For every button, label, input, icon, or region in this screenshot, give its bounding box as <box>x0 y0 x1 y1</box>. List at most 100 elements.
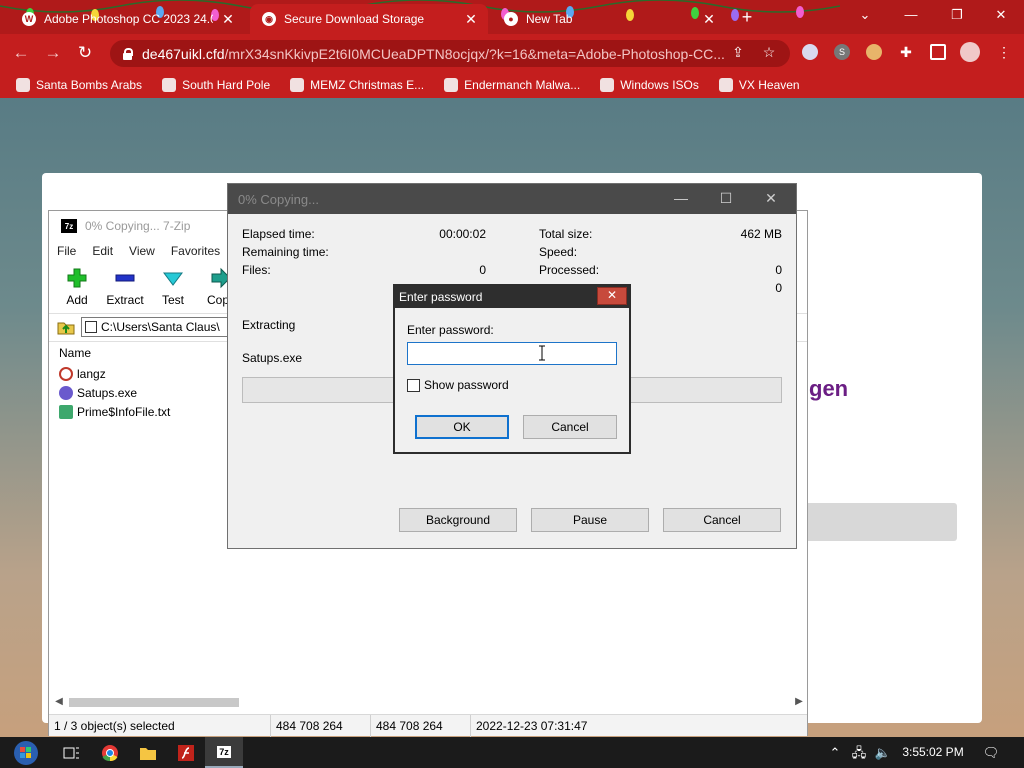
seven-zip-icon: 7z <box>61 219 77 233</box>
tab-secure-download-storage[interactable]: ◉ Secure Download Storage ✕ <box>250 4 488 34</box>
password-titlebar: Enter password ✕ <box>395 286 629 308</box>
menu-file[interactable]: File <box>57 244 76 258</box>
minus-icon <box>115 274 135 282</box>
new-tab-button[interactable]: + <box>737 8 757 28</box>
volume-icon[interactable]: 🔈 <box>872 737 894 768</box>
file-name: langz <box>77 366 106 381</box>
bookmark-label: MEMZ Christmas E... <box>310 78 425 92</box>
bookmark-windows-isos[interactable]: Windows ISOs <box>600 78 699 92</box>
menu-edit[interactable]: Edit <box>92 244 113 258</box>
close-button[interactable]: ✕ <box>597 287 627 305</box>
checkmark-icon <box>163 272 183 286</box>
close-tab-icon[interactable]: ✕ <box>221 11 235 28</box>
add-label: Add <box>66 293 88 307</box>
close-button[interactable]: ✕ <box>748 184 794 214</box>
menu-view[interactable]: View <box>129 244 155 258</box>
remaining-label: Remaining time: <box>242 245 329 259</box>
profile-avatar-icon[interactable] <box>960 42 980 62</box>
close-window-button[interactable]: ✕ <box>978 0 1024 30</box>
show-password-toggle[interactable]: Show password <box>407 378 509 392</box>
file-manager-title: 0% Copying... 7-Zip <box>85 219 191 233</box>
flag-extension-icon[interactable] <box>802 44 818 60</box>
notifications-icon[interactable]: 🗨 <box>980 737 1002 768</box>
start-button[interactable] <box>8 737 44 768</box>
enter-password-dialog: Enter password ✕ Enter password: Show pa… <box>393 284 631 454</box>
url-host: de467uikl.cfd <box>142 45 225 62</box>
test-button[interactable]: Test <box>155 267 191 307</box>
bookmark-star-icon[interactable]: ☆ <box>759 42 779 62</box>
elapsed-value: 00:00:02 <box>439 227 486 241</box>
tab-title: Secure Download Storage <box>284 12 425 26</box>
share-icon[interactable]: ⇪ <box>728 42 748 62</box>
address-bar[interactable]: de467uikl.cfd /mrX34snKkivpE2t6I0MCUeaDP… <box>110 40 790 67</box>
clock[interactable]: 3:55:02 PM <box>900 737 966 768</box>
bookmark-vx-heaven[interactable]: VX Heaven <box>718 78 800 92</box>
add-button[interactable]: Add <box>59 267 95 307</box>
bookmark-south-hard-pole[interactable]: South Hard Pole <box>162 78 270 92</box>
page-heading-fragment: gen <box>809 376 849 401</box>
password-dialog-title: Enter password <box>399 290 483 304</box>
folder-up-icon[interactable] <box>57 318 75 336</box>
show-hidden-icons[interactable]: ⌃ <box>826 737 844 768</box>
cancel-button[interactable]: Cancel <box>523 415 617 439</box>
show-password-checkbox[interactable] <box>407 378 420 392</box>
ok-button[interactable]: OK <box>415 415 509 439</box>
cancel-button[interactable]: Cancel <box>663 508 781 532</box>
task-view-button[interactable] <box>54 737 90 768</box>
tab-new-tab[interactable]: ● New Tab ✕ <box>492 4 726 34</box>
bookmark-favicon <box>718 78 733 92</box>
status-modified: 2022-12-23 07:31:47 <box>476 718 588 733</box>
bookmark-santa-bombs-arabs[interactable]: Santa Bombs Arabs <box>16 78 142 92</box>
globe-icon: ◉ <box>262 12 276 26</box>
bookmark-memz-christmas[interactable]: MEMZ Christmas E... <box>290 78 424 92</box>
lock-icon <box>122 47 133 60</box>
tab-adobe-photoshop[interactable]: W Adobe Photoshop CC 2023 24.0 ✕ <box>10 4 245 34</box>
scroll-right-icon[interactable]: ▶ <box>793 695 805 709</box>
bookmark-endermanch-malware[interactable]: Endermanch Malwa... <box>444 78 580 92</box>
taskbar-7zip[interactable]: 7z <box>205 737 243 768</box>
task-view-icon <box>63 747 79 758</box>
chrome-icon: ● <box>504 12 518 26</box>
bookmark-label: South Hard Pole <box>182 78 271 92</box>
background-button[interactable]: Background <box>399 508 517 532</box>
maximize-button[interactable]: ☐ <box>703 184 749 214</box>
taskbar-flash[interactable] <box>168 737 204 768</box>
s-extension-icon[interactable]: S <box>834 44 850 60</box>
status-packed: 484 708 264 <box>371 714 471 737</box>
bookmark-label: Endermanch Malwa... <box>464 78 581 92</box>
horizontal-scrollbar[interactable]: ◀ ▶ <box>53 695 805 709</box>
scrollbar-thumb[interactable] <box>69 698 239 707</box>
speed-label: Speed: <box>539 245 578 259</box>
taskbar-chrome[interactable] <box>92 737 128 768</box>
elapsed-label: Elapsed time: <box>242 227 315 241</box>
menu-kebab-icon[interactable]: ⋮ <box>996 44 1012 60</box>
avatar-extension-icon[interactable] <box>866 44 882 60</box>
restore-button[interactable]: ❐ <box>934 0 980 30</box>
taskbar-file-explorer[interactable] <box>130 737 166 768</box>
close-tab-icon[interactable]: ✕ <box>464 11 478 28</box>
pause-button[interactable]: Pause <box>531 508 649 532</box>
forward-button[interactable]: → <box>42 42 64 64</box>
files-value: 0 <box>479 263 486 277</box>
back-button[interactable]: ← <box>10 42 32 64</box>
wordpress-icon: W <box>22 12 36 26</box>
minimize-button[interactable]: — <box>658 184 704 214</box>
network-icon[interactable]: 🖧 <box>848 737 870 768</box>
tab-search-button[interactable]: ⌄ <box>842 0 888 30</box>
menu-favorites[interactable]: Favorites <box>171 244 220 258</box>
scroll-left-icon[interactable]: ◀ <box>53 695 65 709</box>
password-input[interactable] <box>407 342 617 365</box>
page-download-bar[interactable] <box>797 503 957 541</box>
bookmark-label: Windows ISOs <box>620 78 699 92</box>
file-name: Satups.exe <box>77 385 138 400</box>
minimize-button[interactable]: — <box>888 0 934 30</box>
reload-button[interactable]: ↻ <box>74 42 96 64</box>
side-panel-icon[interactable] <box>930 44 946 60</box>
status-selection: 1 / 3 object(s) selected <box>49 714 271 737</box>
close-tab-icon[interactable]: ✕ <box>702 11 716 28</box>
extract-button[interactable]: Extract <box>106 267 144 307</box>
total-size-value: 462 MB <box>740 227 782 241</box>
extensions-puzzle-icon[interactable]: ✚ <box>898 44 914 60</box>
bookmark-favicon <box>600 78 615 92</box>
text-file-icon <box>59 404 73 419</box>
